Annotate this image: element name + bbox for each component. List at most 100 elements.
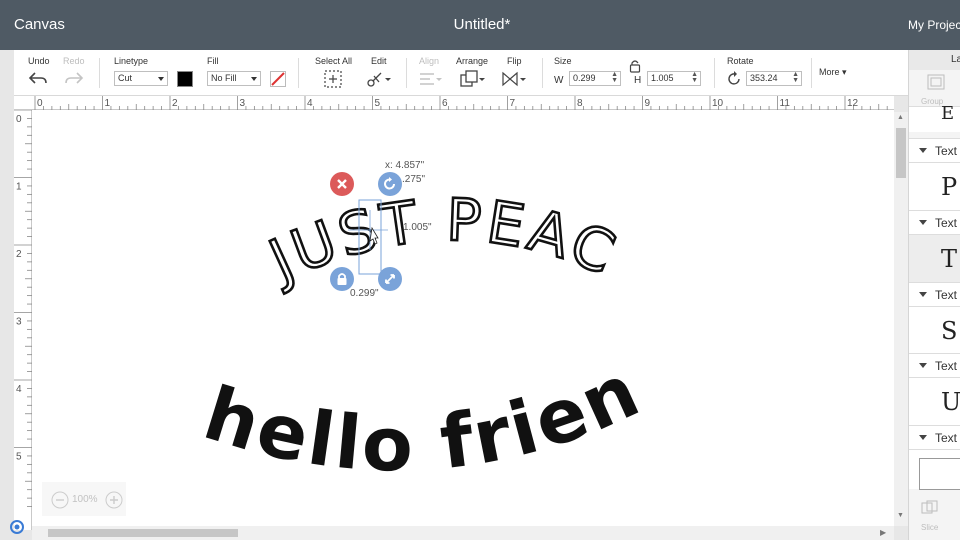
stepper-arrows-icon[interactable]: ▲ ▼: [691, 71, 698, 84]
toolbar-divider: [99, 58, 100, 88]
horizontal-scroll-thumb[interactable]: [48, 529, 238, 537]
layer-name: Text: [935, 359, 958, 373]
chevron-down-icon[interactable]: [919, 292, 927, 297]
ruler-label: 8: [577, 98, 583, 109]
vertical-scrollbar[interactable]: ▲ ▼: [894, 112, 908, 526]
my-projects-link[interactable]: My Projects: [908, 18, 960, 32]
layer-header[interactable]: Text: [909, 282, 960, 306]
hello-friend-text[interactable]: hello friend: [32, 110, 654, 489]
select-all-label: Select All: [315, 56, 353, 66]
rotate-input[interactable]: 353.24 ▲ ▼: [746, 71, 802, 86]
height-label: H: [634, 75, 642, 86]
arrange-label: Arrange: [456, 56, 489, 66]
stepper-arrows-icon[interactable]: ▲ ▼: [792, 71, 799, 84]
zoom-out-icon[interactable]: [50, 490, 70, 510]
horizontal-scrollbar[interactable]: ▶: [32, 526, 894, 540]
layer-name: Text: [935, 288, 958, 302]
slice-label: Slice: [921, 523, 939, 532]
ruler-label: 12: [847, 98, 859, 109]
ruler-label: 0: [37, 98, 43, 109]
layer-thumbnail[interactable]: [909, 449, 960, 490]
left-ruler-ticks: 0 1 2 3 4 5: [14, 110, 32, 507]
layer-header[interactable]: Text: [909, 138, 960, 162]
flip-icon[interactable]: [501, 70, 527, 88]
edit-scissors-icon[interactable]: [366, 70, 392, 88]
chevron-down-icon: [158, 77, 164, 81]
rotate-icon[interactable]: [726, 71, 742, 87]
layer-glyph-top: E: [941, 103, 955, 124]
layers-panel: Layers Group E TextPTextTTextSTextUText …: [908, 50, 960, 540]
linetype-color-swatch[interactable]: [177, 71, 193, 87]
ruler-label: 2: [16, 249, 22, 260]
layer-thumbnail[interactable]: P: [909, 162, 960, 210]
scroll-up-icon[interactable]: ▲: [897, 114, 904, 121]
close-icon: [337, 179, 347, 189]
layer-thumb-top[interactable]: E: [909, 103, 960, 132]
edit-toolbar: Undo Redo Linetype Cut Fill No Fill Sele…: [14, 50, 908, 96]
toolbar-divider: [298, 58, 299, 88]
linetype-select[interactable]: Cut: [114, 71, 168, 86]
lock-handle[interactable]: [330, 267, 354, 291]
ruler-label: 9: [645, 98, 651, 109]
lock-icon: [337, 273, 347, 285]
undo-icon[interactable]: [28, 70, 48, 86]
toolbar-divider: [542, 58, 543, 88]
stepper-arrows-icon[interactable]: ▲ ▼: [611, 71, 618, 84]
slice-button[interactable]: Slice: [909, 496, 960, 540]
ruler-label: 4: [16, 384, 22, 395]
layer-glyph: T: [941, 245, 958, 273]
fill-select[interactable]: No Fill: [207, 71, 261, 86]
lock-icon[interactable]: [629, 59, 641, 73]
scroll-right-icon[interactable]: ▶: [880, 528, 886, 537]
width-input[interactable]: 0.299 ▲ ▼: [569, 71, 621, 86]
chevron-down-icon[interactable]: [919, 363, 927, 368]
group-label: Group: [921, 97, 944, 106]
chevron-down-icon[interactable]: [919, 148, 927, 153]
height-input[interactable]: 1.005 ▲ ▼: [647, 71, 701, 86]
ruler-label: 0: [16, 114, 22, 125]
chevron-down-icon: [251, 77, 257, 81]
delete-handle[interactable]: [330, 172, 354, 196]
ruler-label: 5: [375, 98, 381, 109]
layers-tab[interactable]: Layers: [909, 50, 960, 70]
ruler-label: 11: [780, 98, 791, 109]
arrange-icon[interactable]: [460, 70, 486, 88]
height-value: 1.005: [651, 73, 674, 83]
record-icon: [10, 520, 24, 534]
fill-value: No Fill: [211, 73, 237, 83]
layer-thumbnail[interactable]: U: [909, 377, 960, 425]
rotate-label: Rotate: [727, 56, 754, 66]
layer-thumbnail[interactable]: S: [909, 306, 960, 354]
group-icon: [927, 74, 945, 90]
resize-handle[interactable]: [378, 267, 402, 291]
zoom-in-icon[interactable]: [104, 490, 124, 510]
flip-label: Flip: [507, 56, 522, 66]
align-icon[interactable]: [418, 71, 442, 87]
width-dimension-readout: 0.299": [350, 288, 379, 299]
rotate-value: 353.24: [750, 73, 778, 83]
layer-name: Text: [935, 216, 958, 230]
select-all-icon[interactable]: [324, 70, 342, 88]
scroll-down-icon[interactable]: ▼: [897, 512, 904, 519]
layer-header[interactable]: Text: [909, 210, 960, 234]
vertical-scroll-thumb[interactable]: [896, 128, 906, 178]
layer-thumbnail[interactable]: T: [909, 234, 960, 282]
no-fill-swatch-icon[interactable]: [270, 71, 286, 87]
chevron-down-icon[interactable]: [919, 435, 927, 440]
height-dimension-readout: 1.005": [403, 222, 432, 233]
chevron-down-icon[interactable]: [919, 220, 927, 225]
more-menu-button[interactable]: More ▾: [819, 67, 847, 78]
layer-header[interactable]: Text: [909, 353, 960, 377]
rotate-icon: [384, 177, 395, 190]
ruler-label: 10: [712, 98, 724, 109]
canvas-artwork: JUST PEACHY hello friend: [32, 110, 654, 489]
rotate-handle[interactable]: [378, 172, 402, 196]
top-ruler: 0 1 2 3 4 5 6 7 8 9 10 11 12: [14, 96, 894, 110]
redo-label: Redo: [63, 56, 85, 66]
design-canvas[interactable]: JUST PEACHY hello friend x: 4.857" .275"…: [32, 110, 894, 526]
ruler-label: 4: [307, 98, 313, 109]
layer-header[interactable]: Text: [909, 425, 960, 449]
layer-name: Text: [935, 431, 958, 445]
ruler-label: 2: [172, 98, 178, 109]
redo-icon[interactable]: [64, 70, 84, 86]
